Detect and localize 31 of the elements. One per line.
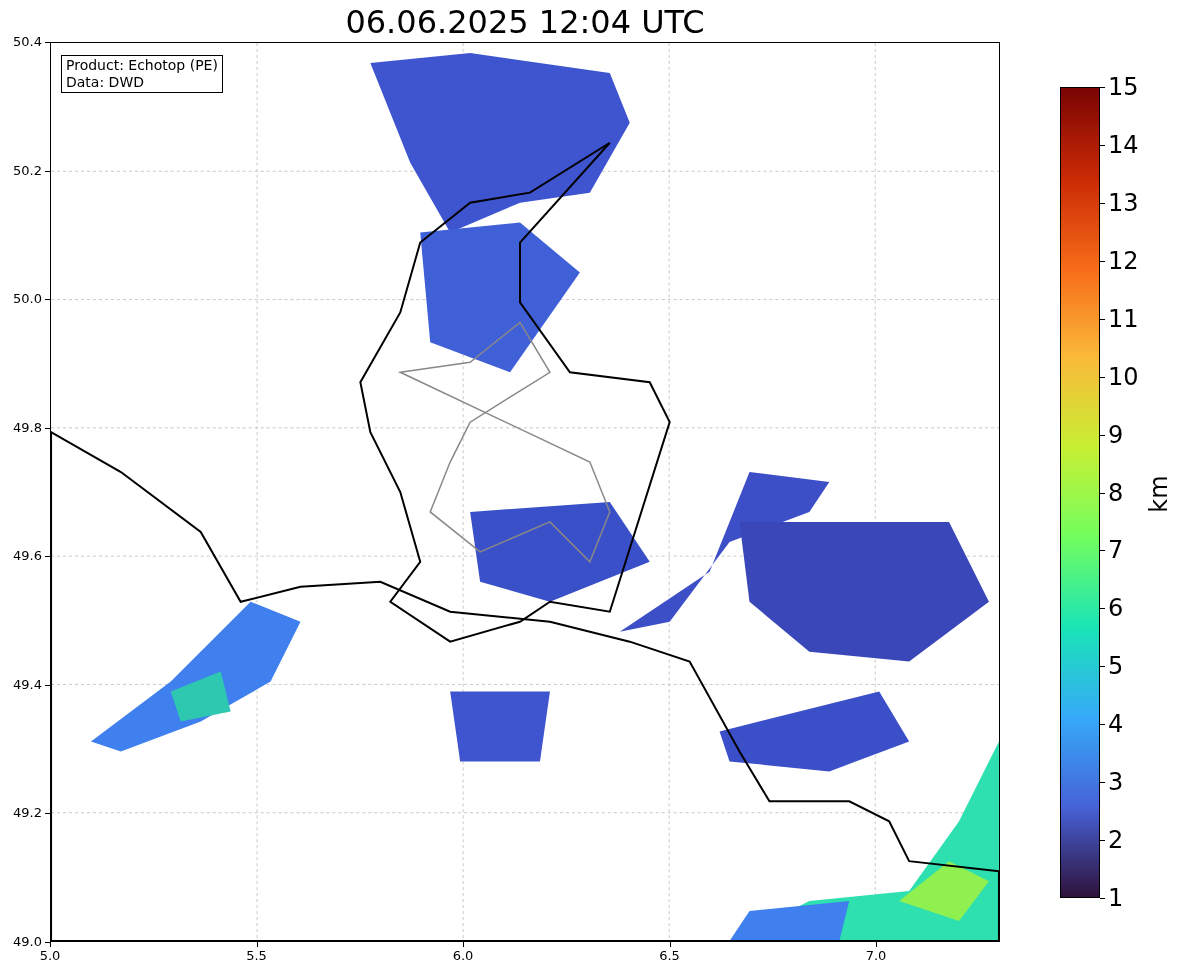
x-tick-label: 5.5 [245, 948, 268, 964]
colorbar-tick-label: 9 [1108, 420, 1124, 449]
colorbar-tick-label: 13 [1108, 188, 1139, 217]
x-tick-label: 6.5 [658, 948, 681, 964]
y-tick-label: 49.0 [12, 934, 42, 950]
colorbar-tick-label: 8 [1108, 478, 1124, 507]
colorbar-tick-label: 15 [1108, 73, 1139, 101]
colorbar-tick-label: 2 [1108, 826, 1124, 855]
colorbar-tick-label: 10 [1108, 362, 1139, 391]
y-tick-label: 49.4 [12, 676, 42, 693]
colorbar-tick-label: 1 [1108, 884, 1124, 912]
chart-title: 06.06.2025 12:04 UTC [344, 2, 706, 42]
colorbar-tick-label: 4 [1108, 710, 1124, 739]
colorbar-tick-label: 3 [1108, 768, 1124, 797]
colorbar-tick-label: 14 [1108, 130, 1139, 159]
x-tick-label: 5.0 [38, 948, 62, 964]
y-tick-label: 50.2 [12, 162, 42, 179]
colorbar-tick-label: 11 [1108, 304, 1139, 333]
colorbar-tick-label: 7 [1108, 536, 1124, 565]
y-tick-label: 50.4 [12, 34, 42, 50]
y-tick-label: 49.6 [12, 548, 42, 565]
y-tick-label: 50.0 [12, 291, 42, 308]
colorbar-tick-label: 5 [1108, 652, 1124, 681]
colorbar-label: km [1144, 475, 1173, 513]
x-tick-label: 7.0 [864, 948, 888, 964]
colorbar-tick-label: 12 [1108, 246, 1139, 275]
colorbar-tick-label: 6 [1108, 594, 1124, 623]
x-tick-label: 6.0 [451, 948, 475, 964]
y-tick-label: 49.2 [12, 805, 42, 822]
y-tick-label: 49.8 [12, 419, 42, 436]
info-box: Product: Echotop (PE) Data: DWD [61, 55, 223, 93]
